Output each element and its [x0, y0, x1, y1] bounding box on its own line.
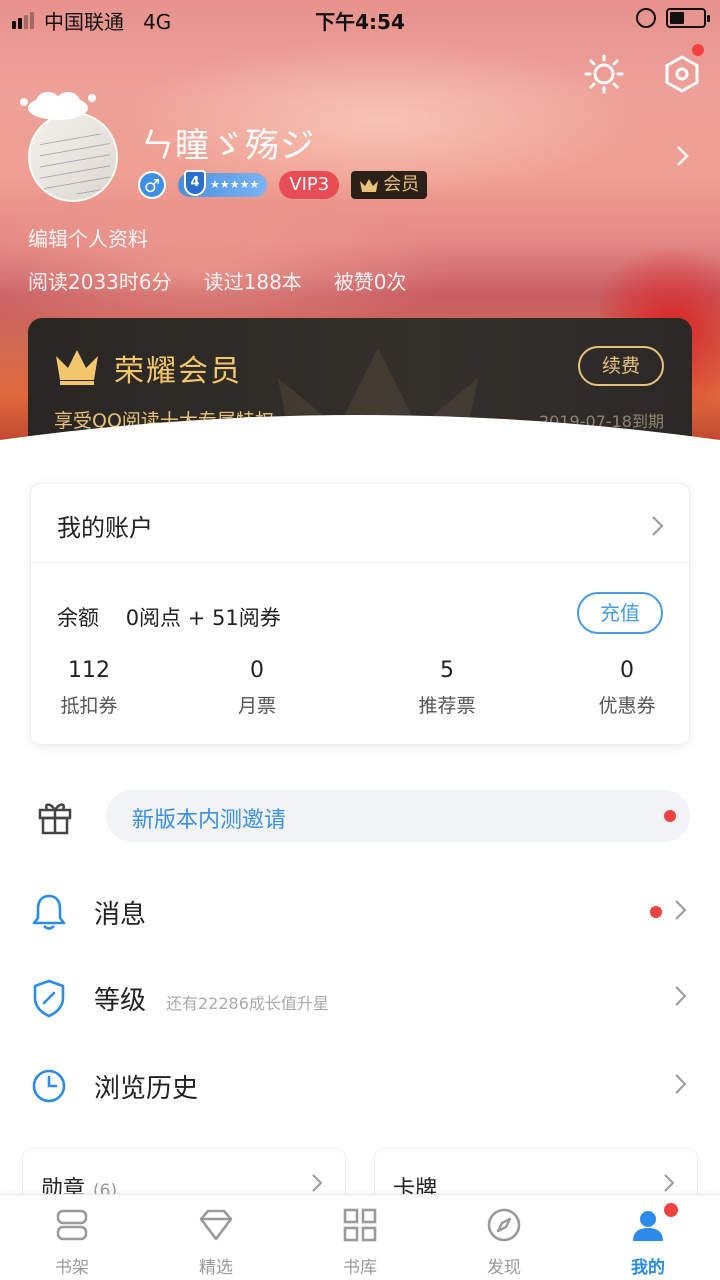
shield-icon	[33, 979, 65, 1018]
compass-icon	[487, 1208, 521, 1242]
chevron-right-icon	[675, 1074, 687, 1094]
messages-notification-dot	[650, 906, 662, 918]
invite-row: 新版本内测邀请	[0, 790, 720, 846]
edit-profile-link[interactable]: 编辑个人资料	[28, 223, 148, 252]
sun-icon	[584, 54, 624, 94]
books-read: 读过188本	[203, 270, 302, 294]
chevron-right-icon[interactable]	[672, 144, 692, 168]
account-card: 我的账户 余额 0阅点 + 51阅券 充值 112 抵扣券 0 月票 5 推荐票…	[30, 483, 690, 745]
gift-icon	[38, 803, 72, 835]
user-icon	[633, 1211, 663, 1241]
settings-notification-dot	[692, 44, 704, 56]
member-badge[interactable]: 会员	[351, 171, 428, 199]
menu-item-level[interactable]: 等级 还有22286成长值升星	[0, 960, 720, 1040]
recharge-button[interactable]: 充值	[577, 592, 663, 634]
tab-library[interactable]: 书库	[288, 1195, 432, 1280]
vip-title: 荣耀会员	[114, 354, 242, 389]
level-shield-icon: 4	[184, 170, 206, 196]
balance: 余额 0阅点 + 51阅券	[57, 602, 281, 632]
level-hint: 还有22286成长值升星	[166, 994, 329, 1013]
tab-me[interactable]: 我的	[576, 1195, 720, 1280]
stat-recommend-tickets[interactable]: 5 推荐票	[387, 658, 507, 718]
member-label: 会员	[383, 174, 420, 195]
tab-bar: 书架 精选 书库 发现 我的	[0, 1194, 720, 1280]
stat-discount-coupons[interactable]: 0 优惠券	[567, 658, 687, 718]
divider	[31, 562, 689, 563]
bottom-cards: 勋章 (6) 卡牌	[0, 1148, 720, 1208]
avatar[interactable]	[28, 112, 118, 202]
account-title[interactable]: 我的账户	[57, 508, 153, 543]
chevron-right-icon	[675, 900, 687, 920]
nickname[interactable]: ㄣ瞳ゞ殇ジ	[140, 118, 315, 167]
menu-item-history[interactable]: 浏览历史	[0, 1048, 720, 1128]
reading-stats: 阅读2033时6分 读过188本 被赞0次	[28, 266, 407, 295]
level-stars: ★★★★★	[210, 178, 260, 191]
tab-bookshelf[interactable]: 书架	[0, 1195, 144, 1280]
chevron-right-icon	[675, 986, 687, 1006]
tab-featured[interactable]: 精选	[144, 1195, 288, 1280]
hexagon-settings-icon	[665, 55, 699, 93]
grid-icon	[343, 1208, 377, 1242]
clock: 下午4:54	[315, 10, 405, 34]
gender-male-icon: ♂	[138, 171, 166, 199]
brightness-button[interactable]	[584, 54, 624, 94]
gold-crown-icon	[56, 350, 98, 385]
diamond-icon	[199, 1209, 233, 1241]
crown-icon	[360, 179, 379, 192]
invite-notification-dot	[664, 810, 676, 822]
beta-invite-button[interactable]: 新版本内测邀请	[106, 790, 690, 842]
menu-label: 浏览历史	[94, 1074, 199, 1104]
level-badge[interactable]: 4 ★★★★★	[178, 170, 268, 197]
chevron-right-icon[interactable]	[651, 514, 665, 538]
stat-deduction-coupons[interactable]: 112 抵扣券	[29, 658, 149, 718]
header-curve	[0, 415, 720, 480]
menu-label: 消息	[94, 900, 147, 930]
status-bar: 中国联通 4G 下午4:54	[0, 0, 720, 36]
chevron-right-icon	[664, 1174, 675, 1192]
likes-count: 被赞0次	[333, 270, 407, 294]
bell-icon	[32, 894, 66, 930]
stat-monthly-tickets[interactable]: 0 月票	[197, 658, 317, 718]
chevron-right-icon	[312, 1174, 323, 1192]
balance-label: 余额	[57, 606, 99, 630]
menu-label: 等级	[94, 986, 147, 1016]
read-time: 阅读2033时6分	[28, 270, 172, 294]
clock-icon	[32, 1069, 66, 1103]
balance-value: 0阅点 + 51阅券	[125, 606, 281, 630]
renew-button[interactable]: 续费	[578, 346, 664, 386]
tab-discover[interactable]: 发现	[432, 1195, 576, 1280]
beta-invite-label: 新版本内测邀请	[132, 808, 287, 833]
battery-icon	[666, 8, 710, 28]
cloud-decoration-icon	[20, 92, 96, 120]
profile-badges: ♂ 4 ★★★★★ VIP3 会员	[138, 170, 428, 200]
rotation-lock-icon	[636, 8, 656, 28]
bookshelf-icon	[56, 1209, 88, 1241]
vip-badge[interactable]: VIP3	[279, 171, 340, 199]
settings-button[interactable]	[662, 44, 704, 94]
me-notification-dot	[664, 1203, 678, 1217]
menu-item-messages[interactable]: 消息	[0, 874, 720, 954]
